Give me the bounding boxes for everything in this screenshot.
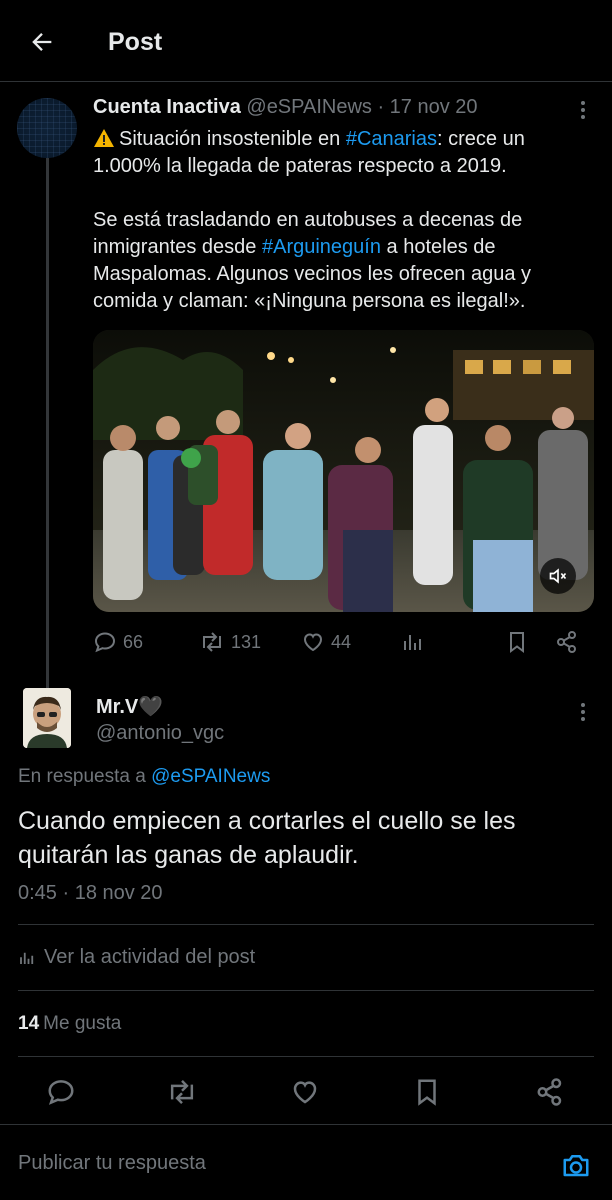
camera-icon	[563, 1155, 589, 1177]
author-name[interactable]: Cuenta Inactiva	[93, 96, 241, 118]
tweet-actions: 66 131 44	[93, 626, 593, 658]
more-options-button[interactable]	[574, 98, 592, 122]
view-activity-link[interactable]: Ver la actividad del post	[18, 946, 255, 969]
retweet-button[interactable]	[166, 1076, 198, 1108]
back-arrow-icon	[32, 33, 52, 51]
retweet-count: 131	[231, 631, 262, 652]
tweet-text: Cuando empiecen a cortarles el cuello se…	[18, 807, 516, 869]
reply-button[interactable]	[45, 1076, 77, 1108]
retweet-icon	[203, 632, 221, 652]
author-name[interactable]: Mr.V🖤	[96, 694, 163, 719]
avatar[interactable]	[17, 98, 77, 158]
video-player[interactable]	[93, 330, 594, 612]
retweet-button[interactable]: 131	[199, 626, 261, 658]
share-button[interactable]	[555, 626, 585, 658]
avatar[interactable]	[23, 688, 71, 748]
bookmark-icon	[418, 1079, 436, 1106]
like-count: 14	[18, 1013, 40, 1034]
video-frame	[93, 330, 594, 612]
reply-input[interactable]: Publicar tu respuesta	[18, 1152, 206, 1175]
bookmark-button[interactable]	[505, 626, 535, 658]
mention-link[interactable]: @eSPAINews	[151, 766, 270, 787]
tweet-text: Situación insostenible en #Canarias: cre…	[93, 128, 532, 312]
camera-button[interactable]	[558, 1147, 594, 1183]
likes-summary[interactable]: 14 Me gusta	[18, 1013, 121, 1035]
like-button[interactable]: 44	[301, 626, 351, 658]
divider	[18, 924, 594, 925]
like-button[interactable]	[289, 1076, 321, 1108]
divider	[18, 990, 594, 991]
hashtag-link[interactable]: #Canarias	[346, 128, 437, 150]
like-count: 44	[331, 631, 352, 652]
share-button[interactable]	[534, 1076, 566, 1108]
more-icon	[581, 101, 585, 119]
share-icon	[557, 631, 576, 653]
back-button[interactable]	[22, 22, 62, 62]
like-icon	[303, 633, 323, 652]
mute-button[interactable]	[540, 558, 576, 594]
more-options-button[interactable]	[574, 700, 592, 724]
mute-icon	[549, 568, 567, 584]
author-meta: @eSPAINews · 17 nov 20	[240, 96, 478, 118]
reply-composer: Publicar tu respuesta	[0, 1124, 612, 1200]
divider	[18, 1056, 594, 1057]
top-bar: Post	[0, 0, 612, 82]
tweet-header: Cuenta Inactiva @eSPAINews · 17 nov 20	[93, 96, 478, 119]
views-icon	[20, 952, 34, 964]
views-icon	[404, 635, 421, 650]
avatar-image	[23, 688, 71, 748]
like-label: Me gusta	[43, 1013, 122, 1034]
hashtag-link[interactable]: #Arguineguín	[262, 236, 381, 258]
more-icon	[581, 703, 585, 721]
bookmark-icon	[510, 632, 524, 653]
reply-icon	[94, 632, 116, 653]
reply-context: En respuesta a @eSPAINews	[18, 766, 271, 787]
author-handle[interactable]: @antonio_vgc	[96, 722, 224, 745]
timestamp[interactable]: 0:45 · 18 nov 20	[18, 882, 163, 905]
tweet-actions	[0, 1070, 612, 1114]
like-icon	[293, 1081, 317, 1104]
bookmark-button[interactable]	[411, 1076, 443, 1108]
reply-button[interactable]: 66	[93, 626, 143, 658]
reply-icon	[48, 1080, 74, 1105]
retweet-icon	[170, 1080, 194, 1104]
share-icon	[537, 1078, 562, 1106]
warning-icon	[94, 129, 114, 147]
page-title: Post	[108, 28, 163, 56]
views-button[interactable]	[401, 626, 431, 658]
thread-connector	[46, 158, 49, 688]
reply-count: 66	[123, 631, 144, 652]
